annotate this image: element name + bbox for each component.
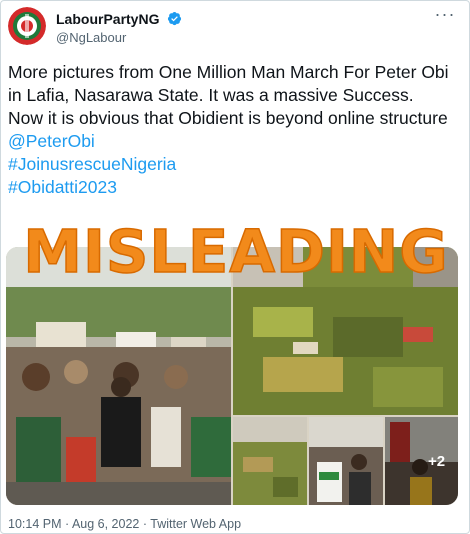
hashtag-link-joinusrescuenigeria[interactable]: #JoinusrescueNigeria bbox=[8, 153, 464, 176]
tweet-time[interactable]: 10:14 PM bbox=[8, 517, 62, 531]
display-name[interactable]: LabourPartyNG bbox=[56, 11, 159, 27]
hashtag-link-obidatti2023[interactable]: #Obidatti2023 bbox=[8, 176, 464, 199]
tweet-text-line-2: Now it is obvious that Obidient is beyon… bbox=[8, 108, 448, 128]
meta-separator: · bbox=[61, 517, 72, 531]
avatar[interactable] bbox=[8, 7, 46, 45]
tweet-text: More pictures from One Million Man March… bbox=[8, 61, 464, 199]
tweet-meta: 10:14 PM · Aug 6, 2022 · Twitter Web App bbox=[8, 517, 241, 531]
photo-crowd-distance[interactable] bbox=[233, 417, 307, 505]
tweet-header: LabourPartyNG @NgLabour ··· bbox=[8, 5, 464, 51]
more-photos-count: +2 bbox=[427, 452, 446, 470]
meta-separator: · bbox=[139, 517, 151, 531]
tweet-client[interactable]: Twitter Web App bbox=[150, 517, 241, 531]
photo-supporters-banner[interactable] bbox=[309, 417, 383, 505]
labour-party-logo-icon bbox=[8, 7, 46, 45]
tweet-card: LabourPartyNG @NgLabour ··· More picture… bbox=[0, 0, 470, 534]
verified-badge-icon bbox=[167, 11, 182, 26]
tweet-text-line-1: More pictures from One Million Man March… bbox=[8, 62, 449, 105]
misleading-label: MISLEADING bbox=[23, 217, 449, 286]
account-handle[interactable]: @NgLabour bbox=[56, 30, 182, 45]
more-options-icon[interactable]: ··· bbox=[432, 5, 458, 29]
mention-link[interactable]: @PeterObi bbox=[8, 130, 464, 153]
account-names: LabourPartyNG @NgLabour bbox=[56, 10, 182, 45]
more-photos-overlay[interactable]: +2 bbox=[385, 417, 458, 505]
tweet-date[interactable]: Aug 6, 2022 bbox=[72, 517, 139, 531]
